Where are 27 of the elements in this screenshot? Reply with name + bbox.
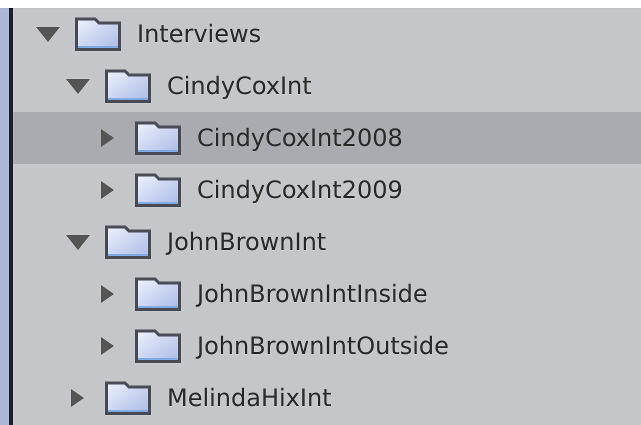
tree-row[interactable]: JohnBrownInt (13, 216, 641, 268)
folder-icon (105, 68, 151, 104)
folder-icon (135, 120, 181, 156)
disclosure-triangle-icon[interactable] (65, 232, 91, 252)
folder-icon (135, 172, 181, 208)
tree-row[interactable]: JohnBrownIntInside (13, 268, 641, 320)
folder-name: CindyCoxInt2009 (197, 176, 403, 204)
folder-icon (75, 16, 121, 52)
disclosure-triangle-icon[interactable] (65, 76, 91, 96)
disclosure-triangle-icon[interactable] (35, 24, 61, 44)
folder-name: MelindaHixInt (167, 384, 332, 412)
tree-row[interactable]: JohnBrownIntOutside (13, 320, 641, 372)
folder-name: CindyCoxInt (167, 72, 312, 100)
folder-icon (105, 380, 151, 416)
tree-row[interactable]: MelindaHixInt (13, 372, 641, 424)
folder-name: JohnBrownIntInside (197, 280, 428, 308)
folder-icon (105, 224, 151, 260)
folder-name: JohnBrownInt (167, 228, 326, 256)
folder-name: JohnBrownIntOutside (197, 332, 449, 360)
folder-icon (135, 276, 181, 312)
folder-name: CindyCoxInt2008 (197, 124, 403, 152)
tree-row[interactable]: Interviews (13, 8, 641, 60)
tree-row[interactable]: CindyCoxInt2008 (13, 112, 641, 164)
folder-icon (135, 328, 181, 364)
tree-row[interactable]: CindyCoxInt (13, 60, 641, 112)
tree-row[interactable]: CindyCoxInt2009 (13, 164, 641, 216)
folder-name: Interviews (137, 20, 262, 48)
